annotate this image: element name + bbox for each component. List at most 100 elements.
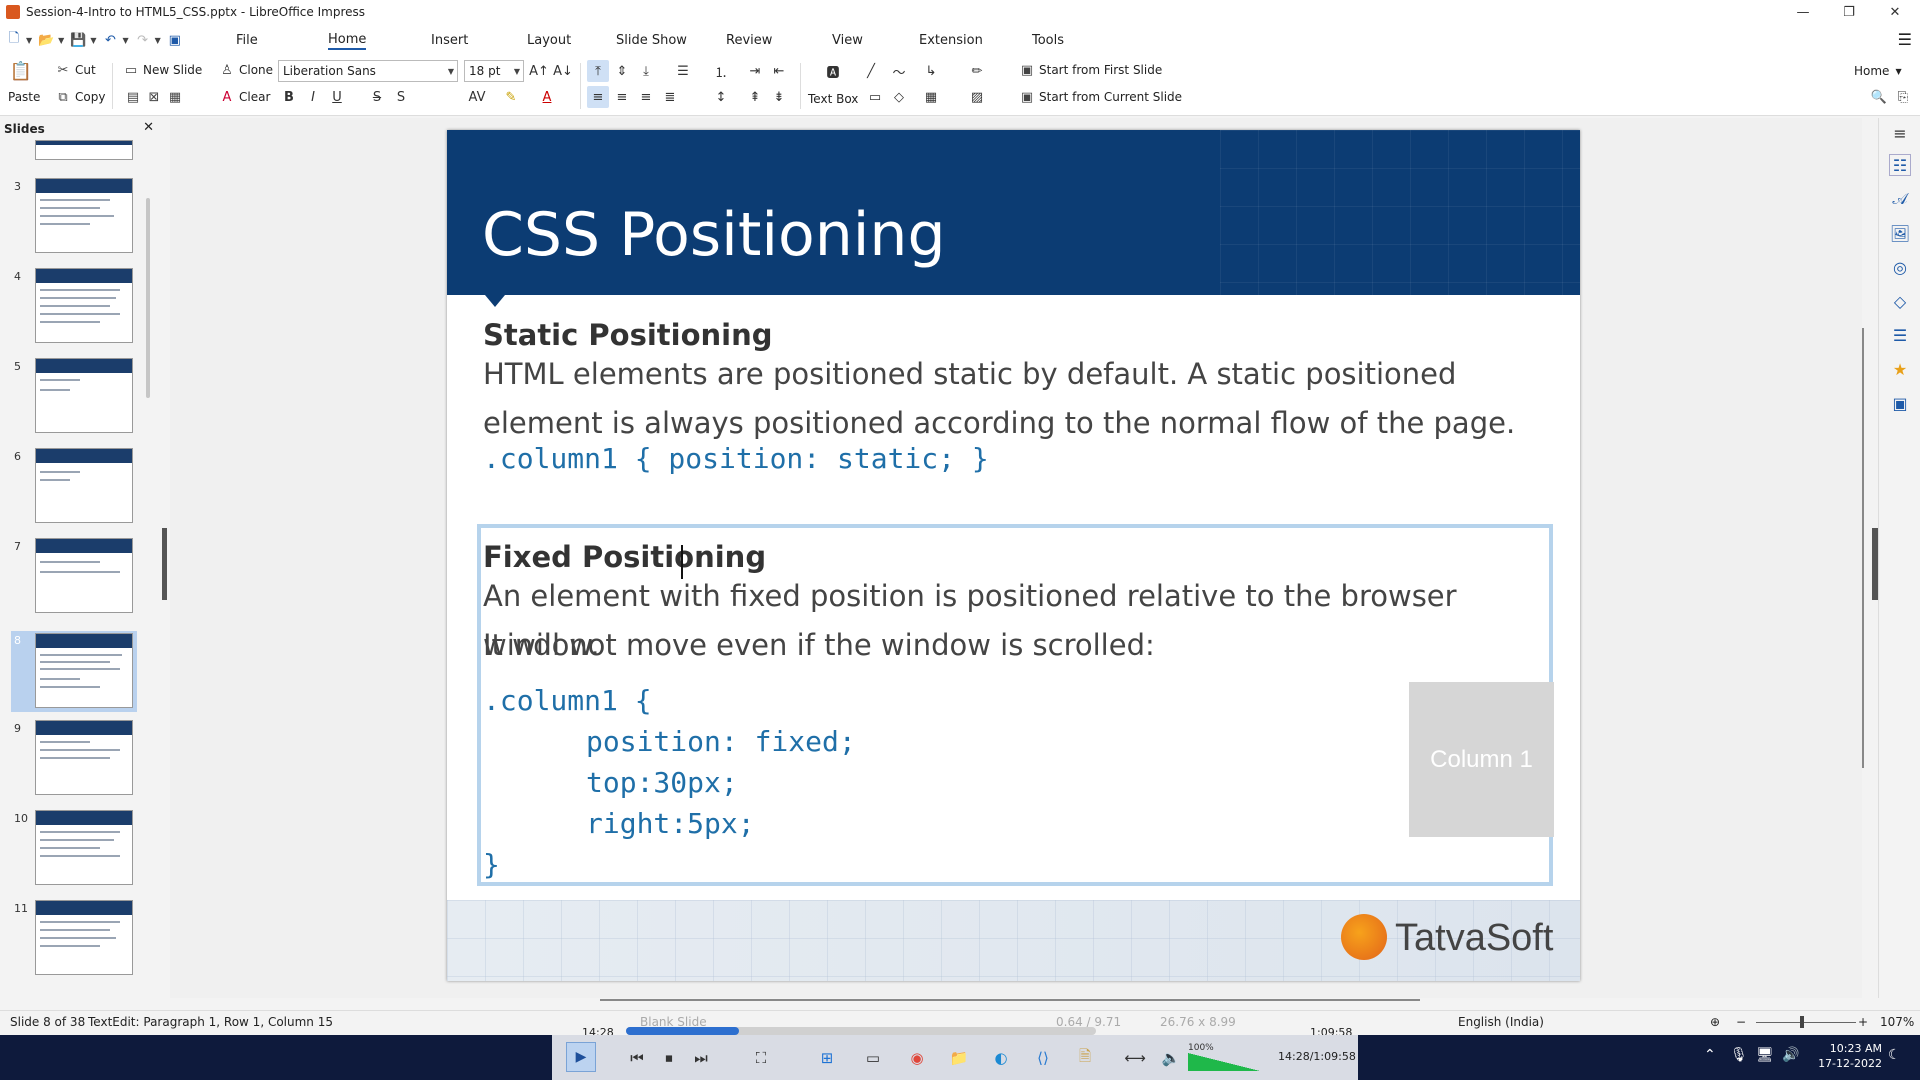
align-center-icon[interactable]: ≡ <box>611 86 633 108</box>
menu-hamburger-icon[interactable]: ☰ <box>1898 30 1912 49</box>
increase-indent-icon[interactable]: ⇥ <box>744 60 766 82</box>
show-hidden-icons-icon[interactable]: ⌃ <box>1704 1047 1716 1063</box>
zoom-level[interactable]: 107% <box>1880 1015 1914 1029</box>
task-view-icon[interactable]: ▭ <box>862 1047 884 1069</box>
tab-file[interactable]: File <box>236 30 258 50</box>
file-explorer-icon[interactable]: 📁 <box>948 1047 970 1069</box>
document-app-icon[interactable]: 🗎 <box>1074 1047 1096 1069</box>
curve-icon[interactable]: 〜 <box>888 60 910 82</box>
canvas-horizontal-scrollbar[interactable] <box>600 999 1420 1001</box>
navigator-icon[interactable]: ◎ <box>1889 256 1911 278</box>
text-box-icon[interactable]: 🅰 <box>820 60 846 82</box>
collapse-left-pane-handle[interactable] <box>162 528 167 600</box>
font-name-field[interactable]: Liberation Sans ▼ <box>278 60 458 82</box>
static-heading[interactable]: Static Positioning <box>483 318 773 352</box>
tab-slide-show[interactable]: Slide Show <box>616 30 687 50</box>
slide-thumbnail[interactable] <box>35 268 133 343</box>
underline-button[interactable]: U <box>326 86 348 108</box>
zoom-out-button[interactable]: − <box>1736 1015 1746 1029</box>
home-dropdown[interactable]: Home ▼ <box>1854 60 1902 82</box>
chevron-down-icon[interactable]: ▼ <box>58 36 64 45</box>
zoom-in-button[interactable]: + <box>1858 1015 1868 1029</box>
line-spacing-icon[interactable]: ↕ <box>710 86 732 108</box>
fullscreen-icon[interactable]: ⛶ <box>750 1047 772 1069</box>
slide-thumbnail[interactable] <box>35 140 133 160</box>
stop-icon[interactable]: ⏹ <box>658 1047 680 1069</box>
fixed-heading[interactable]: Fixed Positioning <box>483 540 766 574</box>
font-color-icon[interactable]: A <box>536 86 558 108</box>
diamond-icon[interactable]: ◇ <box>888 86 910 108</box>
numbered-list-icon[interactable]: ⒈ <box>710 60 732 82</box>
edge-icon[interactable]: ◐ <box>990 1047 1012 1069</box>
align-right-icon[interactable]: ≡ <box>635 86 657 108</box>
volume-icon[interactable]: 🔈 <box>1160 1047 1182 1069</box>
system-clock[interactable]: 10:23 AM 17-12-2022 <box>1818 1041 1882 1071</box>
fill-color-icon[interactable]: ▨ <box>966 86 988 108</box>
microphone-icon[interactable]: 🎙 <box>1730 1047 1748 1063</box>
chrome-icon[interactable]: ◉ <box>906 1047 928 1069</box>
decrease-indent-icon[interactable]: ⇤ <box>768 60 790 82</box>
open-folder-icon[interactable]: 📂 <box>38 32 54 48</box>
close-pane-button[interactable]: ✕ <box>143 120 154 135</box>
clone-button[interactable]: ♙ Clone <box>218 59 273 81</box>
strikethrough-button[interactable]: S <box>366 86 388 108</box>
static-paragraph[interactable]: HTML elements are positioned static by d… <box>483 350 1563 448</box>
paste-icon[interactable]: 📋 <box>10 60 33 82</box>
notifications-icon[interactable]: ☾ <box>1888 1047 1901 1063</box>
tab-review[interactable]: Review <box>726 30 772 50</box>
start-from-current-slide-button[interactable]: ▣ Start from Current Slide <box>1018 86 1182 108</box>
grow-font-icon[interactable]: A↑ <box>528 60 550 82</box>
tab-tools[interactable]: Tools <box>1032 30 1064 50</box>
connector-icon[interactable]: ↳ <box>920 60 942 82</box>
shadow-button[interactable]: S <box>390 86 412 108</box>
justify-icon[interactable]: ≣ <box>659 86 681 108</box>
next-icon[interactable]: ⏭ <box>690 1047 712 1069</box>
maximize-button[interactable]: ❐ <box>1826 0 1872 24</box>
highlight-color-icon[interactable]: ✎ <box>500 86 522 108</box>
tab-insert[interactable]: Insert <box>431 30 468 50</box>
master-slides-icon[interactable]: ▣ <box>1889 392 1911 414</box>
slide-thumbnail[interactable] <box>35 178 133 253</box>
slide-canvas[interactable]: CSS Positioning Static Positioning HTML … <box>447 130 1580 981</box>
arrange-icon[interactable]: ▦ <box>920 86 942 108</box>
paste-button[interactable]: Paste <box>8 86 40 108</box>
column-1-demo-box[interactable]: Column 1 <box>1409 682 1554 837</box>
windows-start-icon[interactable]: ⊞ <box>816 1047 838 1069</box>
clear-button[interactable]: A Clear <box>218 86 271 108</box>
vscode-icon[interactable]: ⟨⟩ <box>1032 1047 1054 1069</box>
tab-home[interactable]: Home <box>328 30 367 50</box>
save-icon[interactable]: 💾 <box>70 32 86 48</box>
character-spacing-icon[interactable]: AV <box>466 86 488 108</box>
code-close[interactable]: } <box>483 848 500 881</box>
close-button[interactable]: ✕ <box>1872 0 1918 24</box>
tab-view[interactable]: View <box>832 30 863 50</box>
slides-pane-scrollbar[interactable] <box>146 198 150 398</box>
slide-title[interactable]: CSS Positioning <box>482 200 946 270</box>
slide-thumbnail[interactable] <box>35 900 133 975</box>
chevron-down-icon[interactable]: ▼ <box>155 36 161 45</box>
code-line-top[interactable]: top:30px; <box>586 766 738 799</box>
align-bottom-icon[interactable]: ⤓ <box>635 60 657 82</box>
bullet-list-icon[interactable]: ☰ <box>672 60 694 82</box>
present-icon[interactable]: ▣ <box>167 32 183 48</box>
redo-icon[interactable]: ↷ <box>135 32 151 48</box>
line-icon[interactable]: ╱ <box>860 60 882 82</box>
gallery-icon[interactable]: 🖼 <box>1889 222 1911 244</box>
new-slide-button[interactable]: ▭ New Slide <box>122 59 202 81</box>
slide-thumbnail[interactable] <box>35 538 133 613</box>
chevron-down-icon[interactable]: ▼ <box>122 36 128 45</box>
chevron-down-icon[interactable]: ▼ <box>90 36 96 45</box>
slide-thumbnail[interactable] <box>35 358 133 433</box>
shrink-font-icon[interactable]: A↓ <box>552 60 574 82</box>
bold-button[interactable]: B <box>278 86 300 108</box>
slide-thumbnail[interactable] <box>35 720 133 795</box>
volume-level-bar[interactable] <box>1188 1053 1260 1071</box>
fit-slide-icon[interactable]: ⊕ <box>1710 1015 1720 1029</box>
play-button[interactable]: ▶ <box>566 1042 596 1072</box>
code-line-right[interactable]: right:5px; <box>586 807 755 840</box>
fixed-paragraph-2[interactable]: It will not move even if the window is s… <box>483 621 1563 670</box>
scrollbar-thumb[interactable] <box>1862 328 1864 768</box>
language-indicator[interactable]: English (India) <box>1458 1015 1544 1029</box>
previous-icon[interactable]: ⏮ <box>626 1047 648 1069</box>
copy-button[interactable]: ⧉ Copy <box>54 86 105 108</box>
